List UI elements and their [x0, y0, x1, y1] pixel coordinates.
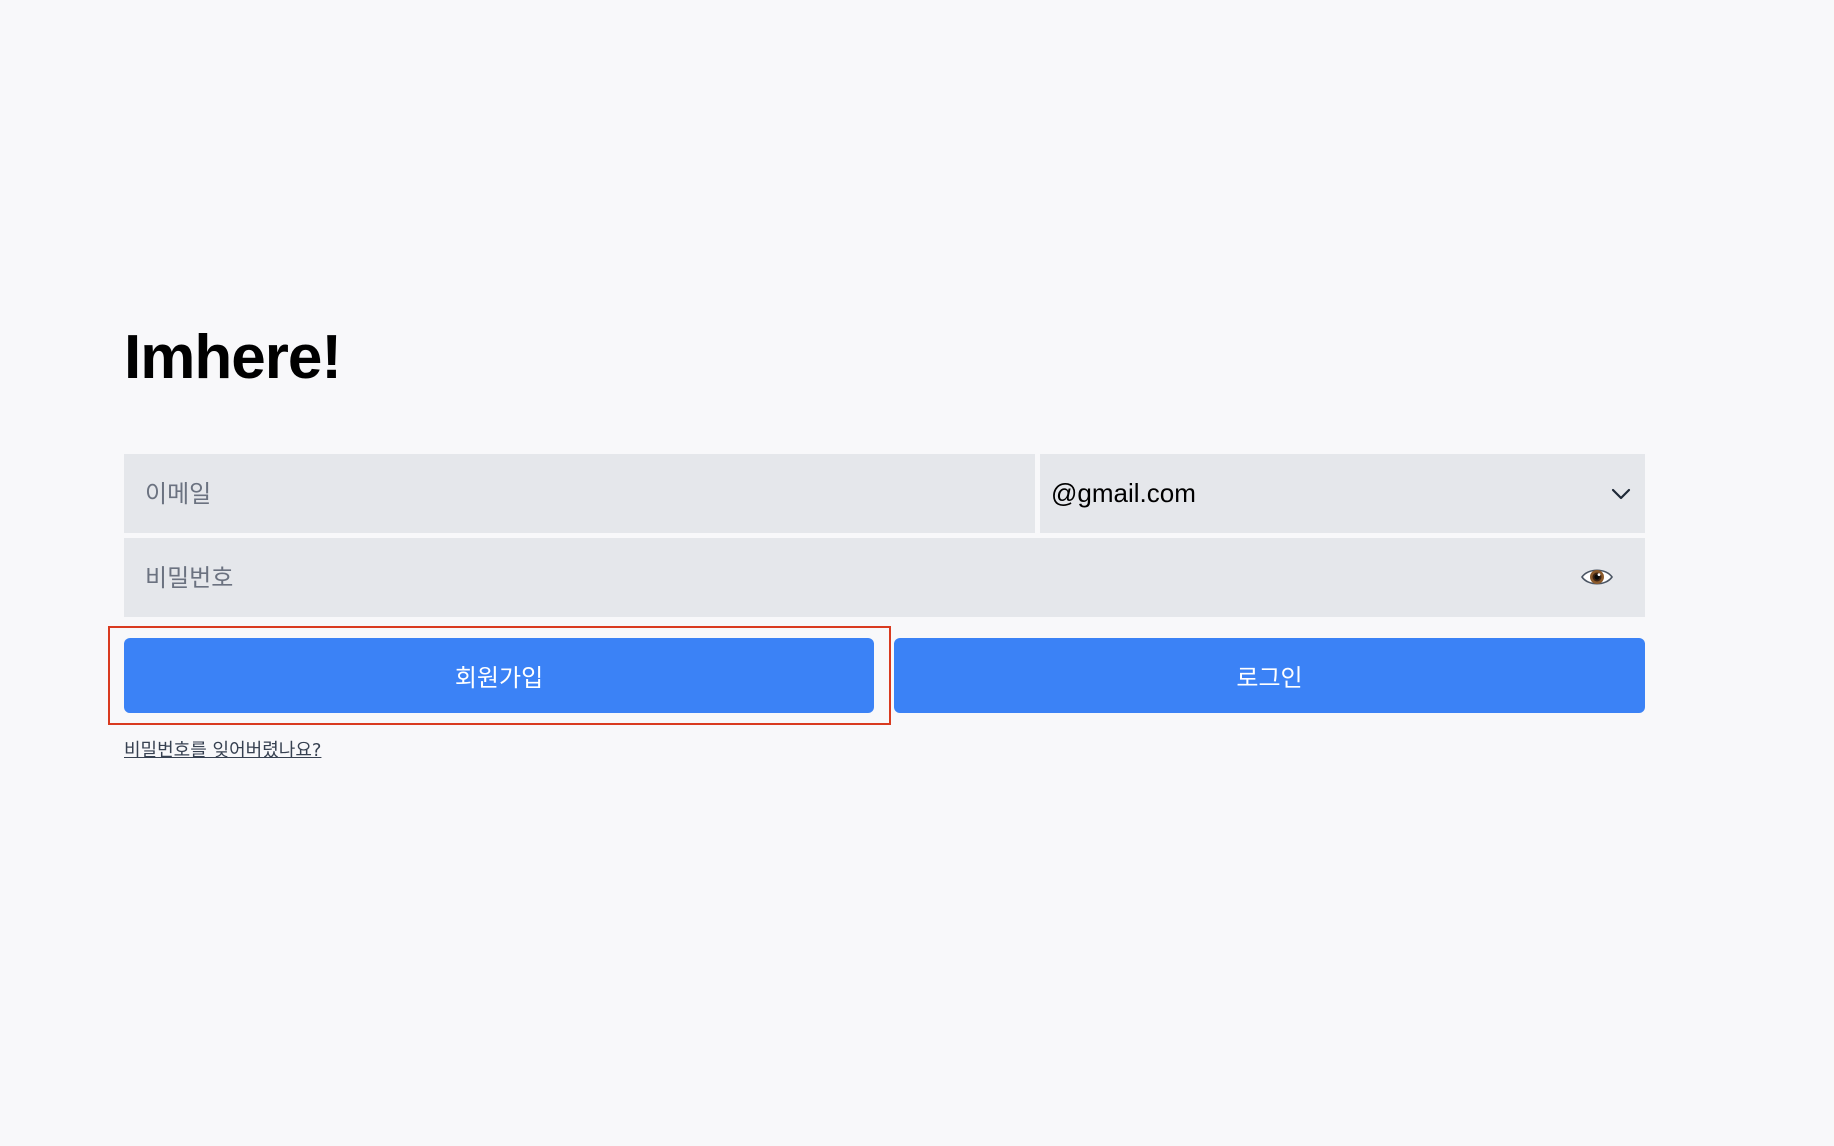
eye-icon[interactable]: [1580, 562, 1614, 592]
signup-button[interactable]: 회원가입: [124, 638, 874, 713]
email-input[interactable]: [124, 454, 1035, 533]
domain-select-value: @gmail.com: [1051, 478, 1196, 508]
app-title: Imhere!: [124, 323, 342, 392]
email-field-wrapper: [124, 454, 1035, 533]
forgot-password-link[interactable]: 비밀번호를 잊어버렸나요?: [124, 736, 321, 762]
email-domain-select[interactable]: @gmail.com: [1040, 454, 1645, 533]
password-field-wrapper: [124, 538, 1645, 617]
password-input[interactable]: [124, 538, 1645, 617]
login-button[interactable]: 로그인: [894, 638, 1645, 713]
chevron-down-icon: [1609, 482, 1633, 506]
